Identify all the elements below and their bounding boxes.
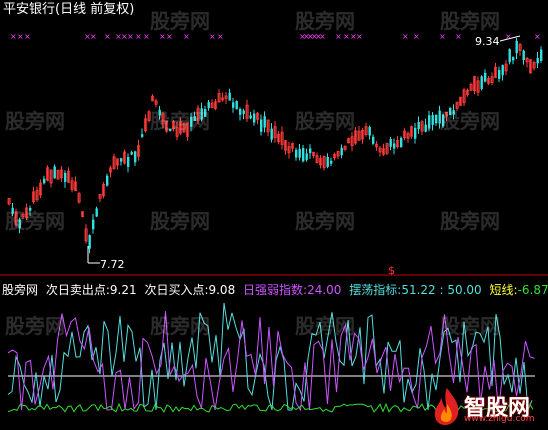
next-sell-label: 次日卖出点: [45,283,110,297]
signal-marker: × [209,32,216,41]
watermark: 股旁网 [295,109,355,133]
candle-body [435,114,438,124]
signal-marker: × [413,32,420,41]
candle-body [393,143,396,149]
candle-body [53,166,56,179]
candle-body [228,92,231,101]
signal-marker: × [24,32,31,41]
candle-body [232,102,235,108]
candle-body [480,76,483,90]
signal-marker: × [534,32,541,41]
candle-body [368,126,371,136]
watermark: 股旁网 [440,109,500,133]
candle-body [95,208,98,217]
watermark: 股旁网 [5,209,65,233]
candle-body [88,234,91,249]
candle-body [249,115,252,119]
candle-body [424,124,427,132]
candle-body [239,109,242,115]
candle-body [515,40,518,54]
candle-body [508,49,511,63]
logo-url: www.zhigu.com [464,414,535,424]
candle-body [389,138,392,147]
watermark: 股旁网 [440,209,500,233]
candle-body [302,148,305,162]
watermark: 股旁网 [440,9,500,33]
short-label: 短线: [489,283,518,297]
candle-body [106,175,109,186]
signal-marker: × [90,32,97,41]
candle-body [431,115,434,125]
next-buy-label: 次日买入点: [144,283,209,297]
next-buy-value: 9.08 [208,283,236,297]
swing-value: 51.22 : 50.00 [401,283,482,297]
watermark: 股旁网 [295,209,355,233]
signal-marker: × [217,32,224,41]
signal-marker: × [127,32,134,41]
flame-icon [434,388,459,425]
signal-marker: × [356,32,363,41]
candle-body [253,113,256,123]
candle-body [484,72,487,82]
candle-body [414,127,417,139]
signal-marker: × [135,32,142,41]
candle-body [263,116,266,128]
candle-body [235,100,238,110]
price-high-label: 9.34 [475,35,500,48]
candle-body [92,219,95,230]
watermark: 股旁网 [150,314,210,338]
candle-body [120,158,123,162]
candle-body [522,50,525,60]
strength-label: 日强弱指数: [243,283,308,297]
signal-marker: × [402,32,409,41]
candle-body [498,70,501,79]
indicator-legend: 股旁网 次日卖出点:9.21 次日买入点:9.08 日强弱指数:24.00 摆荡… [2,283,548,297]
watermark: 股旁网 [5,314,65,338]
chart-title: 平安银行(日线 前复权) [3,2,135,17]
signal-marker: × [17,32,24,41]
watermark: 股旁网 [295,314,355,338]
candle-body [512,57,515,61]
candle-body [400,137,403,148]
next-sell-value: 9.21 [109,283,137,297]
watermark: 股旁网 [150,109,210,133]
candle-body [270,128,273,140]
signal-marker: × [10,32,17,41]
candle-body [309,148,312,154]
candle-body [326,156,329,167]
indicator-name: 股旁网 [2,283,39,297]
watermark: 股旁网 [150,209,210,233]
watermark: 股旁网 [5,109,65,133]
strength-value: 24.00 [307,283,342,297]
candle-body [141,134,144,137]
candle-body [127,156,130,167]
swing-label: 摆荡指标: [349,283,402,297]
candle-body [501,64,504,76]
candle-body [340,147,343,156]
signal-marker: × [143,32,150,41]
candle-body [305,153,308,160]
candle-body [295,149,298,158]
watermark: 股旁网 [295,9,355,33]
candle-body [43,178,46,184]
price-low-label: 7.72 [100,258,125,271]
candle-body [536,57,539,64]
candle-body [260,119,263,132]
candle-body [134,151,137,163]
candle-body [130,152,133,155]
candle-body [64,172,67,182]
site-logo: 智股网 www.zhigu.com [430,386,548,428]
candle-body [242,110,245,114]
candle-body [330,160,333,164]
candle-body [298,148,301,158]
watermark: 股旁网 [150,9,210,33]
signal-marker: × [104,32,111,41]
short-value: -6.87 [517,283,548,297]
watermark: 股旁网 [440,314,500,338]
signal-dollar-marker: $ [388,264,395,277]
candle-body [372,136,375,144]
candle-body [428,115,431,129]
candle-body [540,49,543,61]
candle-body [417,122,420,130]
